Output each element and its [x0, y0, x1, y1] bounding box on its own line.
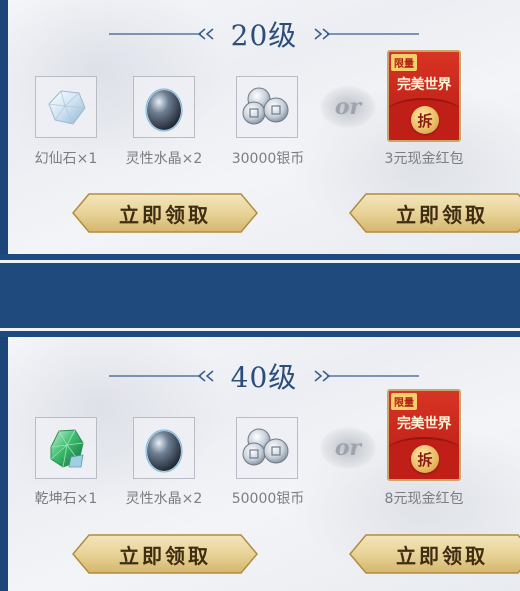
dark-crystal-egg-icon — [145, 429, 183, 473]
reward-tier-panel: 20级 幻仙石×1 灵性水晶×2 30000银币 or 限量 完美世界 拆 3元… — [8, 0, 520, 254]
or-label: or — [334, 94, 362, 120]
reward-tier-panel: 40级 乾坤石×1 灵性水晶×2 50000银币 or 限量 完美世界 拆 8元… — [8, 337, 520, 591]
clear-crystal-gem-icon — [48, 90, 86, 125]
reward-slot[interactable] — [236, 76, 298, 138]
section-divider-band — [0, 254, 520, 337]
claim-button[interactable]: 立即领取 — [348, 192, 520, 234]
claim-button-label: 立即领取 — [119, 202, 211, 227]
reward-slot[interactable] — [35, 417, 97, 479]
claim-button[interactable]: 立即领取 — [71, 533, 259, 575]
limited-tag: 限量 — [391, 54, 417, 71]
brand-logo: 完美世界 — [397, 77, 452, 93]
brand-logo: 完美世界 — [397, 416, 452, 432]
dark-crystal-egg-icon — [145, 88, 183, 132]
or-label: or — [334, 435, 362, 461]
reward-label: 30000银币 — [231, 151, 305, 167]
reward-slot[interactable] — [236, 417, 298, 479]
limited-tag: 限量 — [391, 393, 417, 410]
reward-label: 灵性水晶×2 — [125, 491, 203, 507]
reward-label: 50000银币 — [231, 491, 305, 507]
or-separator: or — [318, 423, 378, 473]
or-separator: or — [318, 82, 378, 132]
left-edge-strip — [0, 337, 8, 591]
green-crystal-gem-icon — [50, 429, 84, 468]
open-seal-icon: 拆 — [411, 106, 439, 134]
divider-line — [0, 260, 520, 263]
reward-slot[interactable] — [35, 76, 97, 138]
claim-button-label: 立即领取 — [396, 543, 488, 568]
reward-label: 灵性水晶×2 — [125, 151, 203, 167]
left-edge-strip — [0, 0, 8, 254]
divider-line — [0, 328, 520, 331]
silver-coins-icon — [242, 87, 289, 125]
claim-button-label: 立即领取 — [119, 543, 211, 568]
open-seal-icon: 拆 — [411, 445, 439, 473]
red-packet-card[interactable]: 限量 完美世界 拆 — [387, 389, 461, 481]
claim-button-label: 立即领取 — [396, 202, 488, 227]
reward-slot[interactable] — [133, 76, 195, 138]
red-packet-card[interactable]: 限量 完美世界 拆 — [387, 50, 461, 142]
reward-label: 8元现金红包 — [384, 491, 464, 507]
reward-label: 3元现金红包 — [384, 151, 464, 167]
claim-button[interactable]: 立即领取 — [348, 533, 520, 575]
reward-slot[interactable] — [133, 417, 195, 479]
claim-button[interactable]: 立即领取 — [71, 192, 259, 234]
silver-coins-icon — [242, 428, 289, 466]
